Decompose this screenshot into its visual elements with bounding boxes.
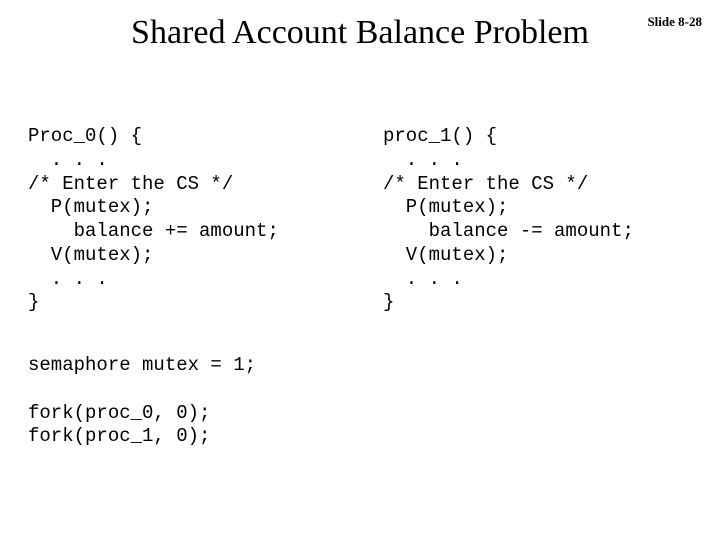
slide-title-wrap: Shared Account Balance Problem [0, 14, 720, 52]
slide: Slide 8-28 Shared Account Balance Proble… [0, 0, 720, 540]
code-columns: Proc_0() { . . . /* Enter the CS */ P(mu… [28, 125, 692, 315]
code-proc-1: proc_1() { . . . /* Enter the CS */ P(mu… [383, 125, 692, 315]
code-setup: semaphore mutex = 1; fork(proc_0, 0); fo… [28, 354, 256, 449]
slide-title: Shared Account Balance Problem [131, 14, 589, 52]
code-proc-0: Proc_0() { . . . /* Enter the CS */ P(mu… [28, 125, 383, 315]
